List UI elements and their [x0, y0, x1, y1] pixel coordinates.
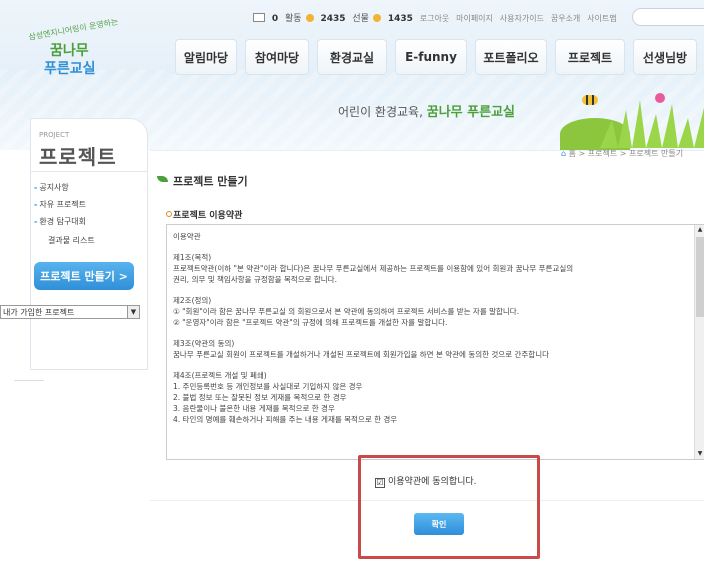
bullet-icon: - [34, 183, 38, 192]
terms-textarea[interactable]: 이용약관제1조(목적) 프로젝트약관(이하 "본 약관"이라 합니다)은 꿈나무 … [166, 224, 704, 460]
about-link[interactable]: 꿈우소개 [551, 14, 580, 23]
scroll-down-icon[interactable]: ▼ [695, 449, 704, 459]
nav-portfolio[interactable]: 포트폴리오 [475, 39, 547, 75]
breadcrumb-separator: > [578, 149, 586, 158]
sidebar-item-contest[interactable]: - 환경 탐구대회 [34, 216, 86, 227]
main-nav: 알림마당 참여마당 환경교실 E-funny 포트폴리오 프로젝트 선생님방 [175, 39, 697, 75]
nav-participate[interactable]: 참여마당 [245, 39, 309, 75]
leaf-icon [157, 176, 168, 182]
terms-paragraph: 제2조(정의) ① "회원"이라 함은 꿈나무 푸른교실 의 회원으로서 본 약관… [173, 296, 520, 327]
tagline-brand: 꿈나무 푸른교실 [426, 105, 515, 120]
gift-value: 1435 [387, 14, 413, 24]
terms-paragraph: 제1조(목적) 프로젝트약관(이하 "본 약관"이라 합니다)은 꿈나무 푸른교실… [173, 253, 574, 284]
sidebar-item-label: 환경 탐구대회 [39, 217, 87, 226]
breadcrumb-current: 프로젝트 만들기 [629, 149, 684, 158]
tagline: 어린이 환경교육, 꿈나무 푸른교실 [338, 101, 515, 120]
activity-value: 2435 [320, 14, 346, 24]
terms-content: 이용약관제1조(목적) 프로젝트약관(이하 "본 약관"이라 합니다)은 꿈나무 … [173, 231, 685, 435]
logo-line1: 꿈나무 [50, 43, 89, 59]
terms-paragraph: 제3조(약관의 동의) 꿈나무 푸른교실 회원이 프로젝트를 개설하거나 개설된 … [173, 339, 549, 359]
breadcrumb-separator: > [619, 149, 627, 158]
scroll-up-icon[interactable]: ▲ [695, 225, 704, 235]
sidebar-title: 프로젝트 [39, 145, 117, 169]
logo-subtext: 삼성엔지니어링이 운영하는 [27, 17, 119, 42]
nav-project[interactable]: 프로젝트 [555, 39, 625, 75]
sitemap-link[interactable]: 사이트맵 [587, 14, 616, 23]
make-project-button[interactable]: 프로젝트 만들기 > [34, 262, 134, 290]
breadcrumb: ⌂ 홈 > 프로젝트 > 프로젝트 만들기 [561, 148, 683, 159]
gift-coin-icon [372, 14, 381, 22]
message-icon[interactable] [253, 13, 265, 22]
search-input[interactable] [632, 8, 704, 26]
sidebar-item-notice[interactable]: - 공지사항 [34, 182, 69, 193]
activity-label: 활동 [285, 14, 302, 24]
sidebar-item-label: 자유 프로젝트 [39, 200, 87, 209]
section-title: 프로젝트 이용약관 [173, 211, 243, 221]
page-title: 프로젝트 만들기 [173, 175, 248, 188]
utility-bar: 0 활동 2435 선물 1435 로그아웃 마이페이지 사용자가이드 꿈우소개… [253, 11, 621, 24]
site-logo[interactable]: 삼성엔지니어링이 운영하는 꿈나무 푸른교실 [22, 17, 132, 78]
message-count: 0 [271, 14, 279, 24]
grass-illustration [600, 93, 704, 148]
terms-paragraph: 제4조(프로젝트 개설 및 폐쇄) 1. 주민등록번호 등 개인정보를 사실대로 … [173, 371, 398, 424]
nav-classroom[interactable]: 환경교실 [317, 39, 387, 75]
nav-efunny[interactable]: E-funny [395, 39, 467, 75]
bee-illustration [582, 95, 598, 105]
logout-link[interactable]: 로그아웃 [420, 14, 449, 23]
mypage-link[interactable]: 마이페이지 [456, 14, 493, 23]
highlight-box [358, 455, 540, 559]
divider [14, 380, 44, 381]
tagline-prefix: 어린이 환경교육, [338, 105, 423, 119]
sidebar-item-label: 공지사항 [39, 183, 69, 192]
gift-label: 선물 [352, 14, 369, 24]
breadcrumb-home[interactable]: 홈 [569, 149, 576, 158]
activity-coin-icon [305, 14, 314, 22]
logo-line2: 푸른교실 [44, 61, 96, 77]
guide-link[interactable]: 사용자가이드 [500, 14, 544, 23]
my-projects-select[interactable]: 내가 가입한 프로젝트 ▼ [0, 305, 140, 319]
bullet-icon [166, 211, 172, 217]
terms-paragraph: 이용약관 [173, 232, 201, 241]
scroll-thumb[interactable] [696, 237, 704, 317]
nav-notice[interactable]: 알림마당 [175, 39, 237, 75]
scrollbar[interactable]: ▲ ▼ [694, 225, 704, 459]
bullet-icon: - [34, 200, 38, 209]
home-icon[interactable]: ⌂ [561, 149, 566, 158]
select-value: 내가 가입한 프로젝트 [3, 308, 75, 317]
breadcrumb-project[interactable]: 프로젝트 [588, 149, 617, 158]
sidebar-subtitle: PROJECT [39, 131, 70, 139]
sidebar-item-free-project[interactable]: - 자유 프로젝트 [34, 199, 86, 210]
sidebar-subitem-results[interactable]: 결과물 리스트 [48, 235, 95, 246]
bullet-icon: - [34, 217, 38, 226]
sidebar-divider [31, 171, 147, 172]
chevron-down-icon[interactable]: ▼ [127, 306, 139, 318]
nav-teacher[interactable]: 선생님방 [633, 39, 697, 75]
